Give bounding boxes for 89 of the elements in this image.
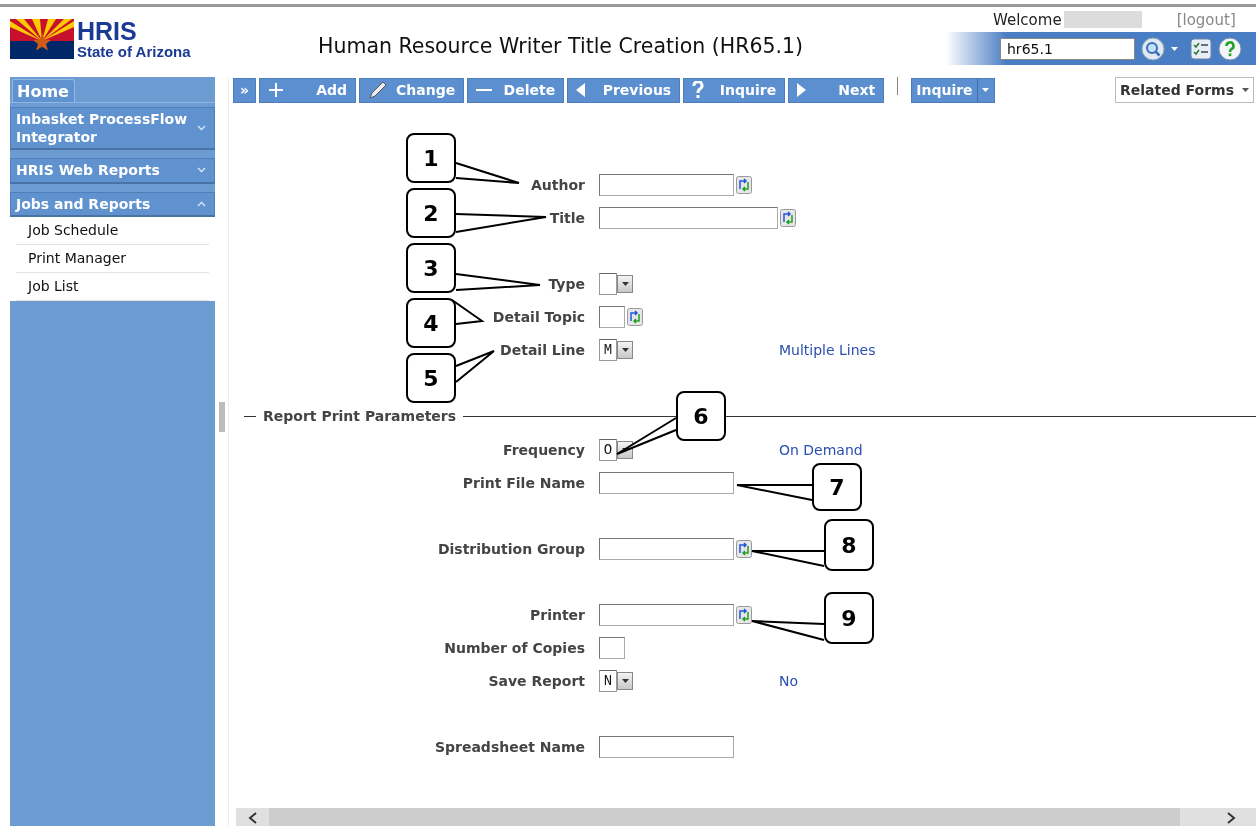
text-field[interactable]: [599, 735, 734, 758]
scroll-right-icon[interactable]: [1226, 812, 1236, 824]
text-field[interactable]: [599, 603, 734, 626]
home-tab[interactable]: Home: [12, 79, 75, 102]
caret-icon: [982, 88, 990, 92]
sidebar-section[interactable]: HRIS Web Reports: [10, 158, 215, 184]
callout-box: 7: [812, 463, 862, 511]
text-field[interactable]: [599, 173, 734, 196]
plus-icon: [268, 82, 285, 98]
dropdown-button[interactable]: [617, 671, 633, 690]
field-label: Detail Line: [500, 341, 585, 358]
sidebar-section[interactable]: Jobs and Reports: [10, 191, 215, 217]
sidebar-section[interactable]: Inbasket ProcessFlow Integrator: [10, 107, 215, 151]
dropdown-button[interactable]: [617, 340, 633, 359]
callout-pointer: [455, 350, 495, 383]
field-description: On Demand: [779, 441, 863, 458]
text-field[interactable]: [599, 206, 778, 229]
horizontal-scrollbar[interactable]: [236, 808, 1256, 826]
help-icon[interactable]: [1218, 36, 1242, 61]
callout-box: 5: [406, 353, 456, 403]
sidebar-item[interactable]: Job Schedule: [16, 216, 209, 245]
field-label: Spreadsheet Name: [434, 738, 585, 755]
callout-box: 6: [676, 391, 726, 441]
field-description: No: [779, 672, 799, 689]
field-label: Save Report: [488, 672, 585, 689]
field-label: Detail Topic: [492, 308, 585, 325]
select-field[interactable]: N: [599, 669, 617, 692]
callout-box: 3: [406, 243, 456, 293]
related-forms-dropdown[interactable]: Related Forms: [1114, 77, 1254, 103]
toolbar-button[interactable]: Change: [359, 77, 465, 103]
scroll-left-icon[interactable]: [248, 812, 258, 824]
select-field[interactable]: M: [599, 338, 617, 361]
lookup-icon[interactable]: [736, 175, 752, 194]
field-label: Number of Copies: [444, 639, 585, 656]
toolbar-button[interactable]: Delete: [467, 77, 565, 103]
text-field[interactable]: [599, 636, 625, 659]
field-label: Author: [531, 176, 585, 193]
caret-icon[interactable]: [1171, 46, 1178, 51]
question-icon: [692, 81, 705, 99]
toolbar-button[interactable]: Previous: [567, 77, 681, 103]
callout-box: 2: [406, 188, 456, 238]
form-search-field[interactable]: hr65.1: [1000, 37, 1135, 60]
inquire-menu-button[interactable]: Inquire: [911, 77, 995, 103]
logo-title: HRIS: [77, 19, 138, 44]
left-triangle-icon: [576, 83, 586, 97]
text-field[interactable]: [599, 537, 734, 560]
lookup-icon[interactable]: [736, 539, 752, 558]
section-title: Report Print Parameters: [263, 408, 457, 424]
search-icon[interactable]: [1141, 36, 1165, 61]
callout-box: 8: [824, 519, 874, 571]
flag-logo-icon: [10, 19, 74, 59]
sidebar-item[interactable]: Print Manager: [16, 244, 209, 273]
callout-pointer: [616, 417, 677, 455]
select-field[interactable]: O: [599, 438, 617, 461]
toolbar-button[interactable]: Add: [259, 77, 357, 103]
select-field[interactable]: [599, 272, 617, 295]
toolbar-button[interactable]: »: [233, 77, 257, 103]
sidebar-item[interactable]: Job List: [16, 272, 209, 301]
field-label: Title: [549, 209, 585, 226]
checklist-icon[interactable]: [1190, 37, 1212, 60]
caret-icon: [621, 281, 629, 286]
lookup-icon[interactable]: [627, 307, 643, 326]
lookup-icon[interactable]: [736, 605, 752, 624]
callout-box: 9: [824, 592, 874, 644]
caret-icon: [621, 678, 629, 683]
toolbar-button[interactable]: Next: [788, 77, 885, 103]
right-triangle-icon: [797, 83, 807, 97]
collapse-handle[interactable]: [219, 402, 225, 432]
dropdown-button[interactable]: [617, 274, 633, 293]
minus-icon: [476, 88, 493, 92]
logo-subtitle: State of Arizona: [77, 44, 191, 59]
callout-box: 1: [406, 133, 456, 183]
page-title: Human Resource Writer Title Creation (HR65.1): [318, 34, 804, 58]
text-field[interactable]: [599, 471, 734, 494]
caret-icon: [1242, 88, 1249, 92]
pencil-icon: [368, 81, 389, 99]
field-label: Printer: [529, 606, 585, 623]
field-label: Print File Name: [462, 474, 585, 491]
field-description: Multiple Lines: [779, 341, 876, 358]
lookup-icon[interactable]: [780, 208, 796, 227]
field-label: Frequency: [503, 441, 585, 458]
toolbar-button[interactable]: Inquire: [683, 77, 786, 103]
field-label: Distribution Group: [437, 540, 585, 557]
field-label: Type: [548, 275, 585, 292]
welcome-text: Welcome: [993, 10, 1062, 29]
logout-link[interactable]: [logout]: [1176, 10, 1236, 29]
callout-pointer: [455, 162, 520, 184]
text-field[interactable]: [599, 305, 625, 328]
caret-icon: [621, 347, 629, 352]
